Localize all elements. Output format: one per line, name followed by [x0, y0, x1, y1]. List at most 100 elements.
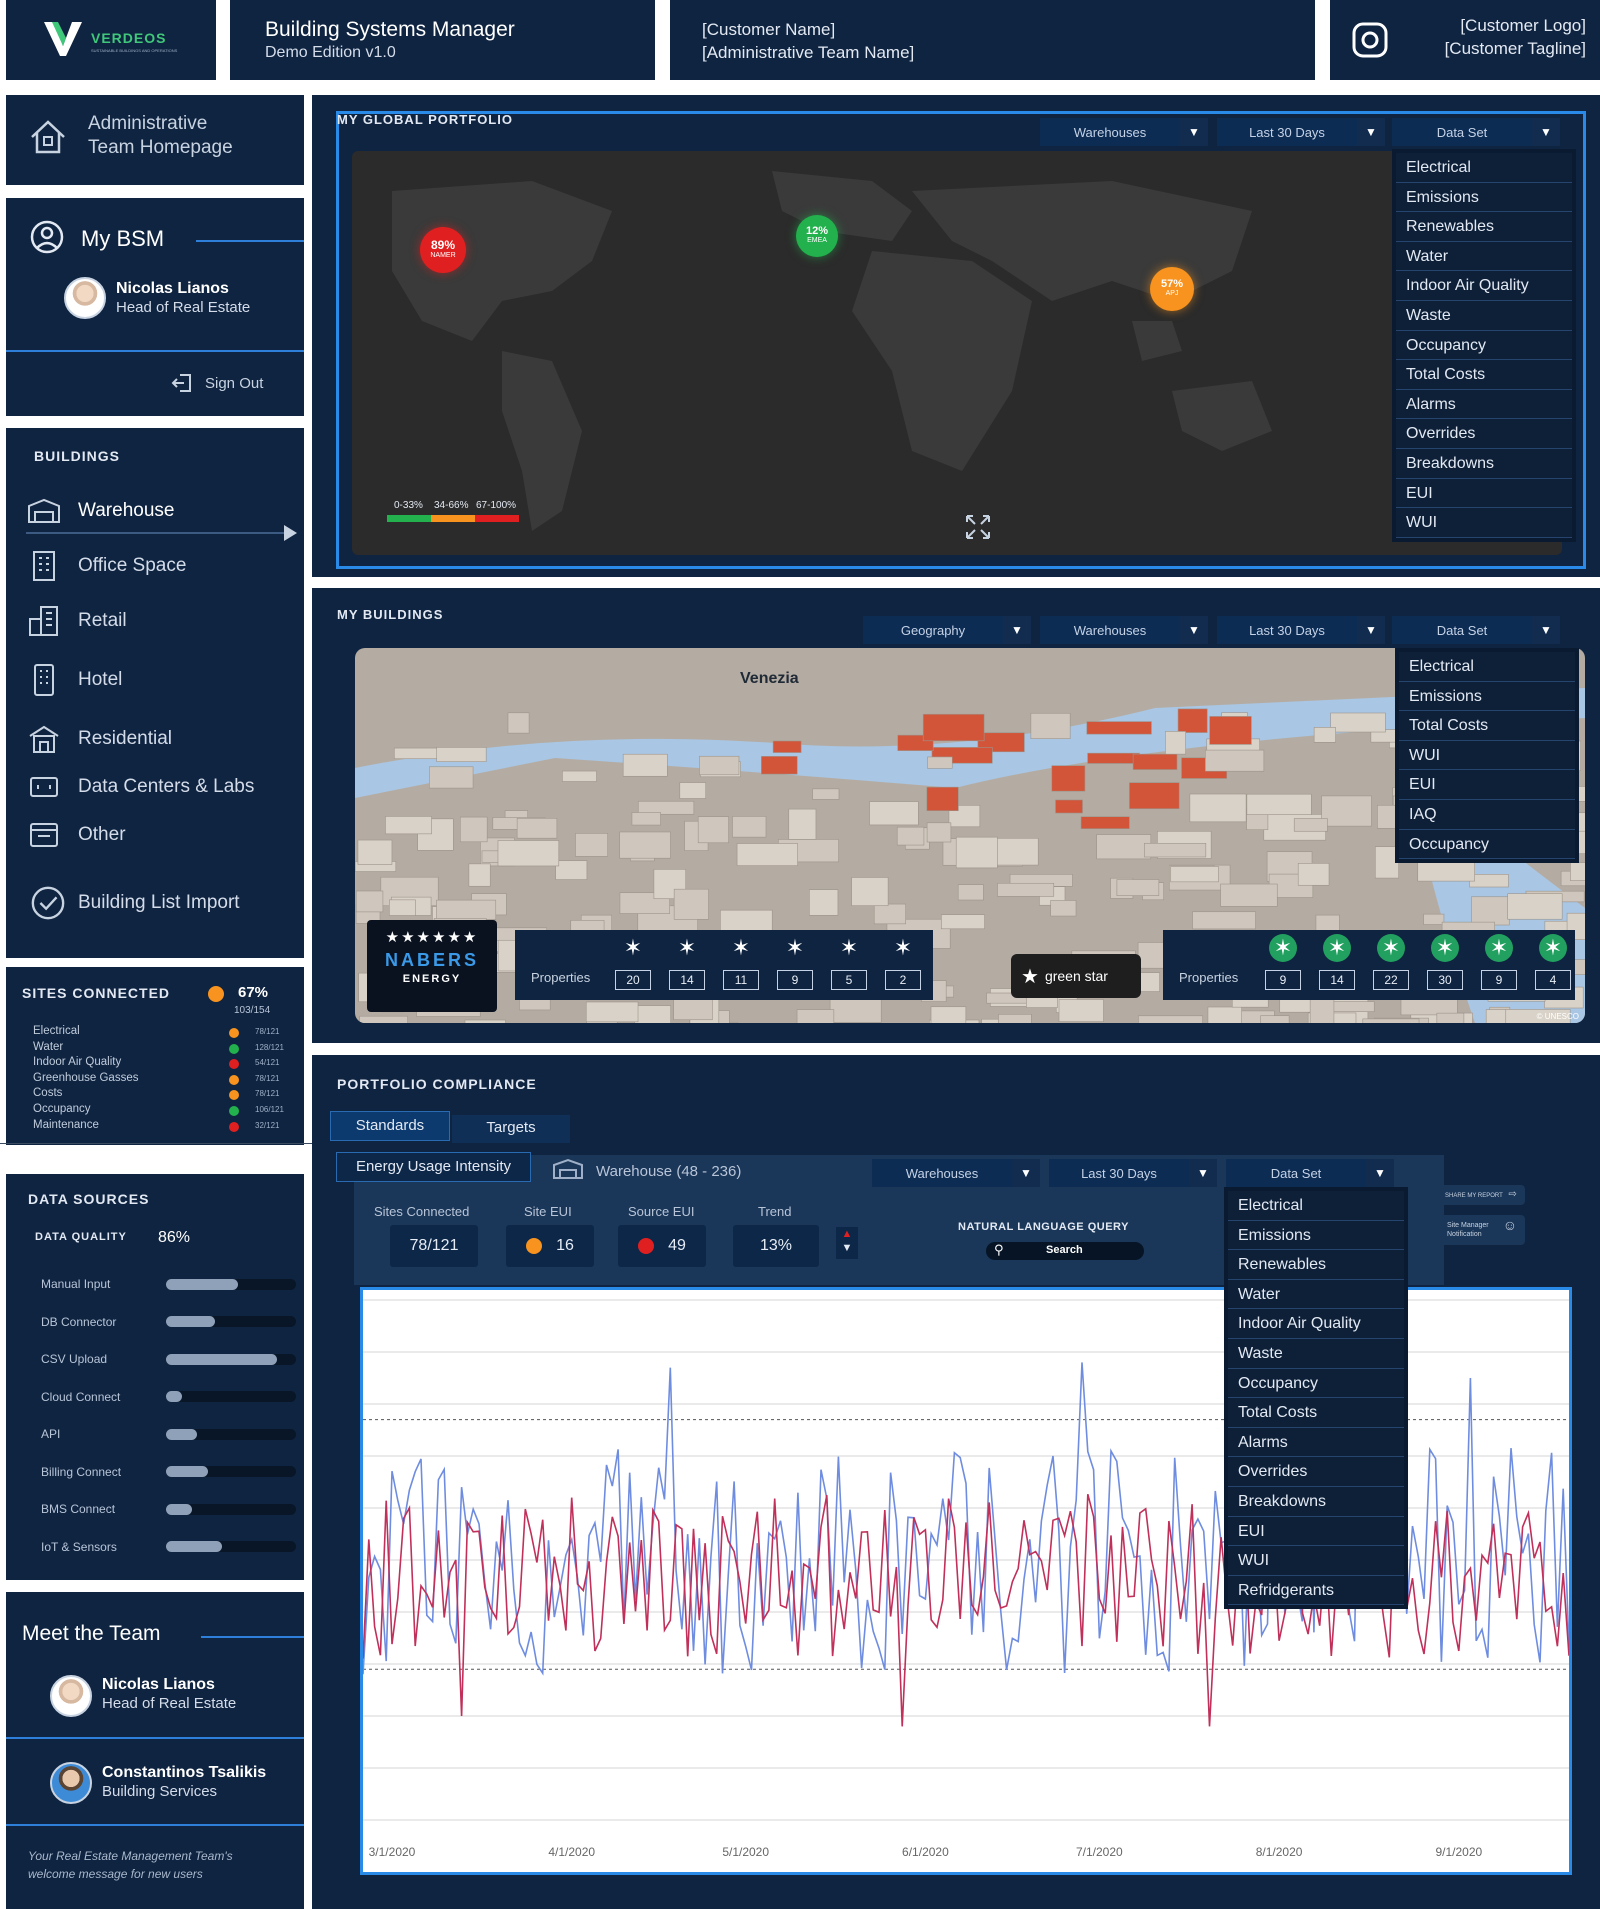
menu-item-iaq[interactable]: IAQ — [1399, 799, 1575, 830]
user-role: Head of Real Estate — [116, 299, 251, 316]
brand-logo-box[interactable]: VERDEOS SUSTAINABLE BUILDINGS AND OPERAT… — [6, 0, 216, 80]
property-count[interactable]: 5 — [831, 970, 867, 990]
menu-item-eui[interactable]: EUI — [1228, 1516, 1404, 1547]
menu-item-overrides[interactable]: Overrides — [1396, 419, 1572, 449]
menu-item-overrides[interactable]: Overrides — [1228, 1457, 1404, 1487]
menu-item-total-costs[interactable]: Total Costs — [1399, 711, 1575, 741]
tab-standards[interactable]: Standards — [330, 1111, 450, 1141]
sites-row-dot — [229, 1090, 239, 1101]
menu-item-emissions[interactable]: Emissions — [1396, 182, 1572, 213]
menu-item-total-costs[interactable]: Total Costs — [1396, 360, 1572, 390]
menu-item-indoor-air-quality[interactable]: Indoor Air Quality — [1396, 271, 1572, 301]
homepage-link[interactable]: Administrative Team Homepage — [6, 95, 304, 185]
compliance-filter-warehouses[interactable]: Warehouses ▼ — [872, 1159, 1040, 1187]
property-count[interactable]: 9 — [1265, 970, 1301, 990]
menu-item-wui[interactable]: WUI — [1228, 1546, 1404, 1576]
warehouse-arrow-icon[interactable] — [282, 524, 298, 542]
menu-item-breakdowns[interactable]: Breakdowns — [1396, 448, 1572, 479]
world-map[interactable]: 89% NAMER 12% EMEA 57% APJ 0-33% 34-66% … — [352, 151, 1562, 555]
menu-item-electrical[interactable]: Electrical — [1399, 652, 1575, 682]
menu-item-total-costs[interactable]: Total Costs — [1228, 1398, 1404, 1428]
sign-out-button[interactable]: Sign Out — [171, 370, 291, 396]
portfolio-filter-warehouses[interactable]: Warehouses ▼ — [1040, 118, 1208, 146]
property-count[interactable]: 4 — [1535, 970, 1571, 990]
greenstar-badge[interactable]: ★ green star — [1011, 954, 1141, 998]
share-report-button[interactable]: SHARE MY REPORT ⇨ — [1437, 1185, 1525, 1205]
menu-item-emissions[interactable]: Emissions — [1399, 681, 1575, 712]
member-avatar — [50, 1762, 92, 1804]
data-source-bar — [166, 1391, 296, 1402]
menu-item-wui[interactable]: WUI — [1396, 508, 1572, 538]
property-count[interactable]: 9 — [777, 970, 813, 990]
legend-high-label: 67-100% — [476, 500, 517, 511]
menu-item-renewables[interactable]: Renewables — [1396, 212, 1572, 242]
menu-item-eui[interactable]: EUI — [1396, 478, 1572, 509]
menu-item-water[interactable]: Water — [1228, 1279, 1404, 1310]
menu-item-electrical[interactable]: Electrical — [1228, 1191, 1404, 1221]
marker-apj[interactable]: 57% APJ — [1150, 267, 1194, 311]
data-sources-panel: DATA SOURCES DATA QUALITY 86% Manual Inp… — [6, 1174, 304, 1580]
chevron-down-icon: ▼ — [1357, 616, 1385, 644]
expand-icon[interactable] — [964, 513, 992, 541]
sites-row-label: Costs — [33, 1087, 63, 1100]
property-count[interactable]: 9 — [1481, 970, 1517, 990]
portfolio-filter-dataset[interactable]: Data Set ▼ — [1392, 118, 1560, 146]
nav-office-space[interactable]: Office Space — [26, 546, 306, 586]
menu-item-refridgerants[interactable]: Refridgerants — [1228, 1575, 1404, 1606]
property-count[interactable]: 11 — [723, 970, 759, 990]
data-source-row: IoT & Sensors — [41, 1538, 301, 1556]
tab-targets[interactable]: Targets — [452, 1115, 570, 1143]
world-map-land — [392, 171, 1272, 531]
property-count[interactable]: 14 — [1319, 970, 1355, 990]
nav-warehouse[interactable]: Warehouse — [26, 491, 306, 531]
sites-row-dot — [229, 1121, 239, 1132]
metric-select[interactable]: Energy Usage Intensity — [336, 1152, 531, 1182]
marker-namer[interactable]: 89% NAMER — [420, 227, 466, 273]
site-eui-stat: 16 — [506, 1225, 594, 1267]
buildings-filter-dataset[interactable]: Data Set ▼ — [1392, 616, 1560, 644]
notify-manager-button[interactable]: Site Manager Notification ☺ — [1437, 1215, 1525, 1245]
nav-retail[interactable]: Retail — [26, 601, 306, 641]
menu-item-electrical[interactable]: Electrical — [1396, 153, 1572, 183]
menu-item-occupancy[interactable]: Occupancy — [1228, 1368, 1404, 1399]
compliance-filter-period[interactable]: Last 30 Days ▼ — [1049, 1159, 1217, 1187]
warehouse-active-line — [26, 532, 288, 534]
menu-item-waste[interactable]: Waste — [1228, 1338, 1404, 1369]
compliance-filter-dataset[interactable]: Data Set ▼ — [1226, 1159, 1394, 1187]
member-name: Nicolas Lianos — [102, 1676, 215, 1693]
nav-residential[interactable]: Residential — [26, 719, 306, 759]
property-count[interactable]: 30 — [1427, 970, 1463, 990]
menu-item-breakdowns[interactable]: Breakdowns — [1228, 1486, 1404, 1517]
customer-name: [Customer Name] — [702, 20, 836, 39]
menu-item-alarms[interactable]: Alarms — [1396, 389, 1572, 420]
menu-item-occupancy[interactable]: Occupancy — [1399, 829, 1575, 860]
nlq-search-input[interactable]: ⚲ Search — [986, 1242, 1144, 1260]
portfolio-filter-period[interactable]: Last 30 Days ▼ — [1217, 118, 1385, 146]
site-eui-value: 16 — [556, 1237, 574, 1254]
building-list-import-button[interactable]: Building List Import — [30, 883, 310, 923]
property-count[interactable]: 20 — [615, 970, 651, 990]
property-count[interactable]: 14 — [669, 970, 705, 990]
menu-item-water[interactable]: Water — [1396, 241, 1572, 272]
menu-item-wui[interactable]: WUI — [1399, 740, 1575, 771]
sites-row-label: Maintenance — [33, 1118, 99, 1131]
property-count[interactable]: 22 — [1373, 970, 1409, 990]
menu-item-indoor-air-quality[interactable]: Indoor Air Quality — [1228, 1309, 1404, 1339]
menu-item-occupancy[interactable]: Occupancy — [1396, 330, 1572, 361]
property-count[interactable]: 2 — [885, 970, 921, 990]
menu-item-waste[interactable]: Waste — [1396, 300, 1572, 331]
buildings-filter-geography[interactable]: Geography ▼ — [863, 616, 1031, 644]
menu-item-renewables[interactable]: Renewables — [1228, 1250, 1404, 1280]
marker-emea[interactable]: 12% EMEA — [796, 215, 838, 257]
trend-arrows-icon[interactable]: ▲ ▼ — [836, 1227, 858, 1259]
sign-out-icon — [171, 374, 191, 392]
nabers-badge[interactable]: ★★★★★★ NABERS ENERGY — [367, 920, 497, 1012]
nav-hotel[interactable]: Hotel — [26, 660, 306, 700]
menu-item-emissions[interactable]: Emissions — [1228, 1220, 1404, 1251]
nav-other[interactable]: Other — [26, 815, 306, 855]
menu-item-eui[interactable]: EUI — [1399, 770, 1575, 800]
buildings-filter-period[interactable]: Last 30 Days ▼ — [1217, 616, 1385, 644]
menu-item-alarms[interactable]: Alarms — [1228, 1427, 1404, 1458]
nav-data-centers[interactable]: Data Centers & Labs — [26, 767, 306, 807]
buildings-filter-warehouses[interactable]: Warehouses ▼ — [1040, 616, 1208, 644]
